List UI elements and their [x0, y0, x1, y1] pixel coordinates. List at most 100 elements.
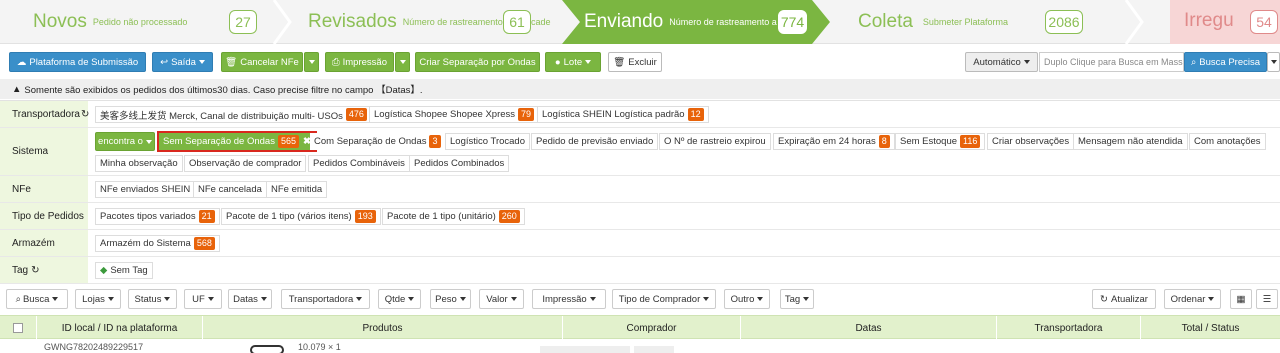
- filter-tag[interactable]: Logística Shopee Shopee Xpress 79: [369, 106, 540, 123]
- buyer-placeholder: [634, 346, 674, 353]
- filter-tag[interactable]: Minha observação: [95, 155, 183, 172]
- filter-row-armazem: Armazém Armazém do Sistema 568: [0, 230, 1280, 257]
- printer-icon: ⎙: [332, 56, 340, 68]
- filter-tag[interactable]: Logística SHEIN Logística padrão 12: [537, 106, 709, 123]
- refresh-icon: ↻: [81, 108, 90, 120]
- filter-label: Tipo de Pedidos: [0, 203, 88, 229]
- step-count: 774: [778, 10, 807, 34]
- status-steps: Novos Pedido não processado 27 Revisados…: [0, 0, 1280, 44]
- filter-dropdown[interactable]: Tag: [780, 289, 814, 309]
- order-id: GWNG78202489229517: [44, 342, 144, 352]
- precise-search-button[interactable]: ⌕ Busca Precisa: [1184, 52, 1267, 72]
- column-header[interactable]: ID local / ID na plataforma: [36, 316, 202, 340]
- filter-tag[interactable]: Logístico Trocado: [445, 133, 530, 150]
- caret-down-icon: [145, 139, 152, 144]
- filter-tag[interactable]: Sem Estoque 116: [895, 133, 986, 150]
- step-label: Enviando: [584, 11, 664, 32]
- filter-dropdown[interactable]: Status: [128, 289, 177, 309]
- mass-search-input[interactable]: Duplo Clique para Busca em Massa: [1039, 52, 1184, 72]
- filter-dropdown[interactable]: Impressão: [532, 289, 606, 309]
- column-header[interactable]: Datas: [740, 316, 996, 340]
- submit-platform-button[interactable]: ☁ Plataforma de Submissão: [9, 52, 146, 72]
- search-icon: ⌕: [1190, 56, 1197, 68]
- filter-tag[interactable]: Pacote de 1 tipo (vários itens) 193: [221, 208, 381, 225]
- filter-label: Tag ↻: [0, 257, 88, 283]
- filter-dropdown[interactable]: ⌕ Busca: [6, 289, 68, 309]
- tag-icon: ◆: [100, 265, 108, 276]
- step-sub-tail: cade: [531, 17, 551, 27]
- filter-tag[interactable]: Pedidos Combinados: [409, 155, 510, 172]
- select-all-checkbox[interactable]: [0, 316, 36, 340]
- cancel-nfe-caret[interactable]: [304, 52, 319, 72]
- sort-dropdown[interactable]: Ordenar: [1164, 289, 1221, 309]
- filter-tag[interactable]: 美客多线上发货 Merck, Canal de distribuição mul…: [95, 106, 372, 123]
- filter-tag[interactable]: Pacote de 1 tipo (unitário) 260: [382, 208, 525, 225]
- refresh-button[interactable]: ↻ Atualizar: [1092, 289, 1156, 309]
- filter-dropdown[interactable]: Tipo de Comprador: [612, 289, 716, 309]
- filter-tag[interactable]: Expiração em 24 horas 8: [773, 133, 895, 150]
- buyer-placeholder: [540, 346, 630, 353]
- filter-tag[interactable]: NFe emitida: [266, 181, 328, 198]
- caret-down-icon: [408, 297, 415, 301]
- filter-dropdown[interactable]: UF: [184, 289, 222, 309]
- filter-tag[interactable]: Observação de comprador: [184, 155, 307, 172]
- filter-tag[interactable]: Com Separação de Ondas 3: [310, 133, 445, 150]
- step-sub: Número de rastreamento: [402, 17, 503, 27]
- filter-dropdown[interactable]: Peso: [430, 289, 471, 309]
- filter-tag[interactable]: Pacotes tipos variados 21: [95, 208, 220, 225]
- selected-filter-tag[interactable]: Sem Separação de Ondas 565 ✖: [157, 131, 317, 152]
- step-label: Coleta: [858, 11, 913, 32]
- cloud-upload-icon: ☁: [16, 56, 27, 68]
- step-enviando[interactable]: Enviando Número de rastreamento a 774: [562, 0, 830, 44]
- filter-tag[interactable]: Com anotações: [1189, 133, 1266, 150]
- filter-row-tipo: Tipo de Pedidos Pacotes tipos variados 21…: [0, 203, 1280, 230]
- auto-dropdown[interactable]: Automático: [965, 52, 1038, 72]
- filter-dropdown[interactable]: Valor: [479, 289, 524, 309]
- match-mode-dropdown[interactable]: encontra o: [95, 132, 155, 151]
- table-row[interactable]: GWNG78202489229517 10.079 × 1: [0, 340, 1280, 353]
- notice-text: Somente são exibidos os pedidos dos últi…: [24, 85, 423, 96]
- cancel-nfe-button[interactable]: 🗑 Cancelar NFe: [221, 52, 303, 72]
- step-irregular[interactable]: Irregu 54: [1170, 0, 1280, 44]
- column-header[interactable]: Comprador: [562, 316, 740, 340]
- filter-tag[interactable]: O Nº de rastreio expirou: [659, 133, 771, 150]
- column-header[interactable]: Transportadora: [996, 316, 1140, 340]
- filter-tag[interactable]: Mensagem não atendida: [1073, 133, 1188, 150]
- filter-tag[interactable]: Criar observações: [987, 133, 1075, 150]
- list-view-icon[interactable]: ☰: [1256, 289, 1278, 309]
- caret-down-icon: [198, 60, 205, 64]
- orders-table-header: ID local / ID na plataforma Produtos Com…: [0, 315, 1280, 340]
- delete-button[interactable]: 🗑 Excluir: [608, 52, 662, 72]
- product-thumbnail: [250, 345, 284, 353]
- step-revisados[interactable]: Revisados Número de rastreamento cade 61: [292, 0, 560, 44]
- step-coleta[interactable]: Coleta Submeter Plataforma 2086: [832, 0, 1132, 44]
- saida-dropdown[interactable]: ↩ Saída: [152, 52, 213, 72]
- print-button[interactable]: ⎙ Impressão: [325, 52, 394, 72]
- filter-dropdown[interactable]: Lojas: [75, 289, 121, 309]
- lote-dropdown[interactable]: ● Lote: [545, 52, 601, 72]
- caret-down-icon: [399, 60, 406, 64]
- filter-row-sistema: Sistema encontra o Sem Separação de Onda…: [0, 128, 1280, 176]
- column-header[interactable]: Produtos: [202, 316, 562, 340]
- filter-tag[interactable]: ◆ Sem Tag: [95, 262, 153, 279]
- filter-dropdown[interactable]: Qtde: [378, 289, 421, 309]
- step-divider-icon: [1124, 0, 1144, 44]
- filter-tag[interactable]: NFe enviados SHEIN: [95, 181, 196, 198]
- filter-tag[interactable]: Armazém do Sistema 568: [95, 235, 220, 252]
- filter-tag[interactable]: Pedido de previsão enviado: [531, 133, 659, 150]
- filter-dropdown[interactable]: Datas: [228, 289, 272, 309]
- precise-search-caret[interactable]: [1267, 52, 1280, 72]
- filter-dropdown[interactable]: Transportadora: [281, 289, 370, 309]
- grid-view-icon[interactable]: ▦: [1230, 289, 1252, 309]
- step-label: Irregu: [1184, 10, 1234, 31]
- step-novos[interactable]: Novos Pedido não processado 27: [0, 0, 280, 44]
- create-wave-button[interactable]: Criar Separação por Ondas: [415, 52, 540, 72]
- filter-label: Sistema: [0, 128, 88, 175]
- print-caret[interactable]: [395, 52, 410, 72]
- filter-tag[interactable]: NFe cancelada: [193, 181, 267, 198]
- filter-tag[interactable]: Pedidos Combináveis: [308, 155, 410, 172]
- filter-row-nfe: NFe NFe enviados SHEIN NFe cancelada NFe…: [0, 176, 1280, 203]
- warning-icon: ▲: [12, 83, 22, 95]
- filter-dropdown[interactable]: Outro: [724, 289, 770, 309]
- column-header[interactable]: Total / Status: [1140, 316, 1280, 340]
